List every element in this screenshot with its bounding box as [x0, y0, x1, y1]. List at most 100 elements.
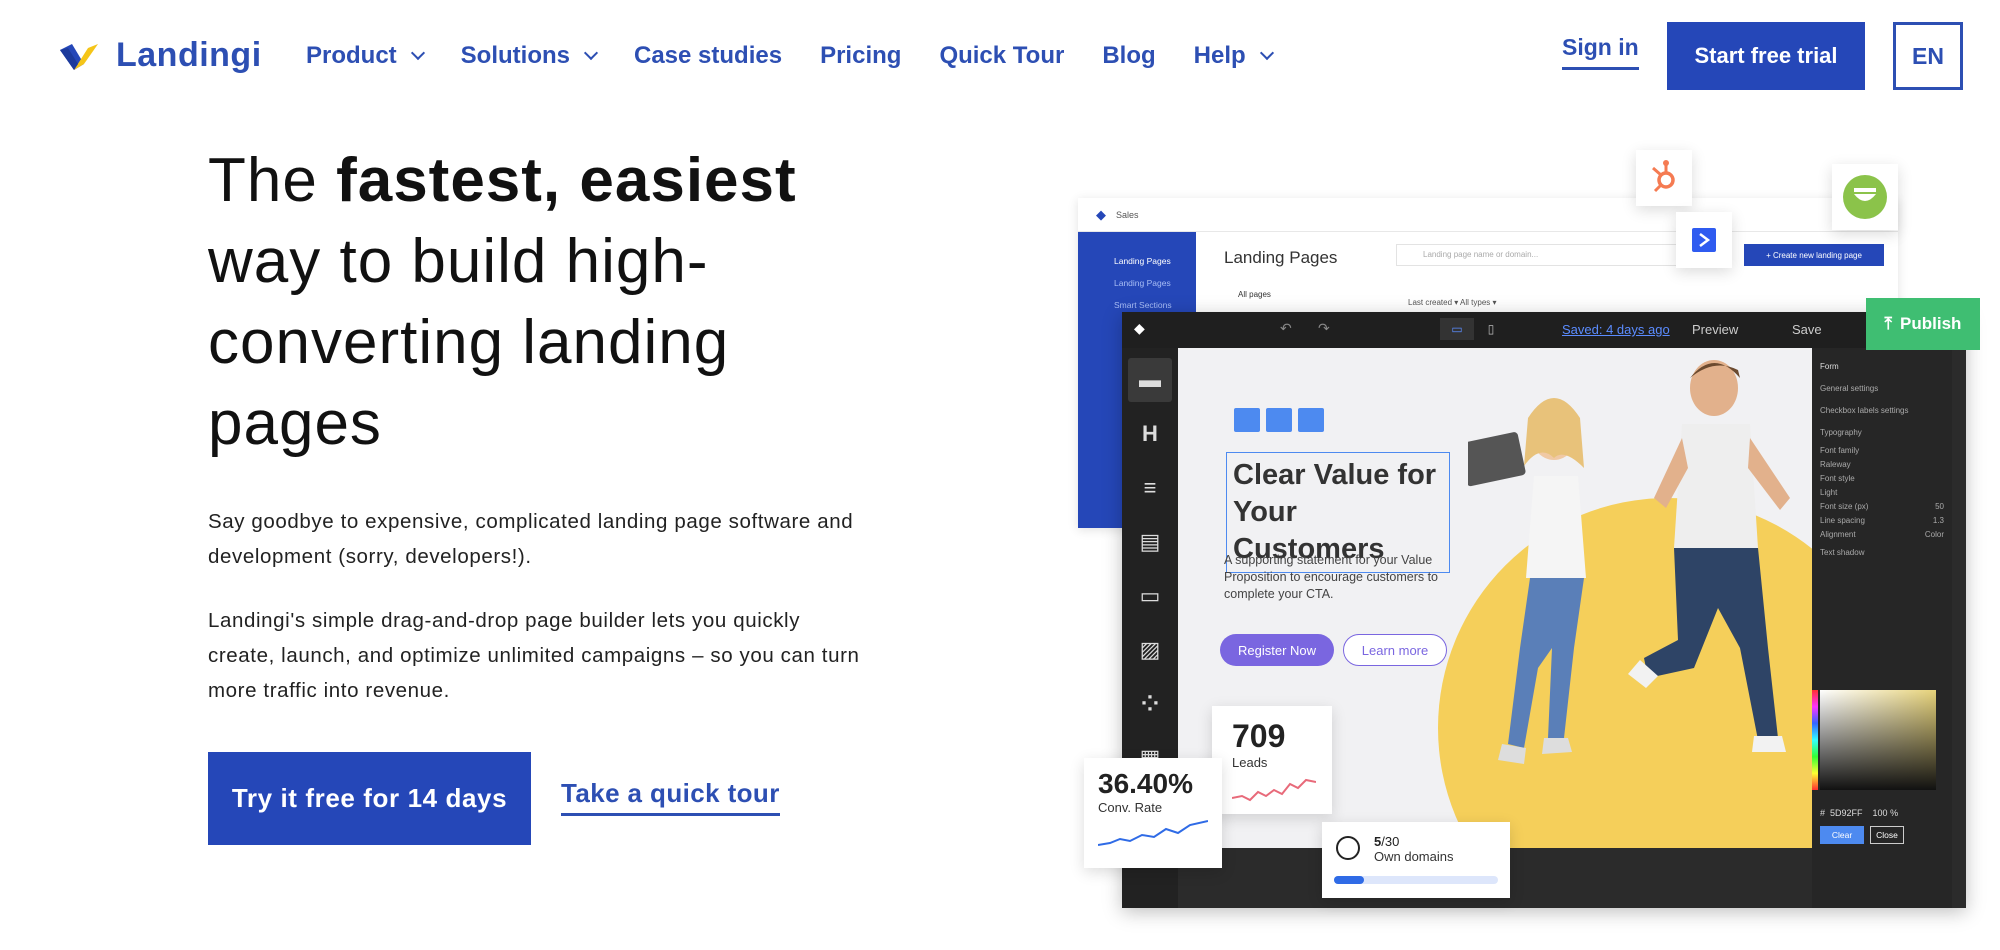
nav-item-label: Help	[1193, 42, 1246, 69]
conversion-label: Conv. Rate	[1098, 800, 1163, 815]
hero-paragraph-1: Say goodbye to expensive, complicated la…	[208, 510, 854, 568]
register-now-button: Register Now	[1220, 634, 1334, 666]
start-free-trial-button[interactable]: Start free trial	[1667, 22, 1865, 90]
clear-color-button: Clear	[1820, 826, 1864, 844]
domains-progress-fill	[1334, 876, 1364, 884]
properties-panel: Form General settings Checkbox labels se…	[1812, 348, 1952, 908]
publish-button: ⤒ Publish	[1866, 298, 1980, 350]
language-switcher[interactable]: EN	[1893, 22, 1963, 90]
editor-toolbar: ◆ ↶ ↷ ▭ ▯ Saved: 4 days ago Preview Save	[1122, 312, 1966, 348]
box-tool-icon: ▤	[1139, 529, 1161, 554]
hex-row: # 5D92FF 100 %	[1820, 808, 1899, 818]
panel-item: Font size (px) 50	[1820, 500, 1944, 514]
dashboard-search: Landing page name or domain...	[1396, 244, 1696, 266]
dashboard-filters: Last created ▾ All types ▾	[1408, 298, 1497, 307]
opacity-value: 100	[1872, 808, 1888, 818]
dashboard-title: Landing Pages	[1224, 248, 1338, 267]
conversion-sparkline	[1097, 820, 1209, 846]
preview-button: Preview	[1692, 322, 1739, 337]
panel-item: Raleway	[1820, 460, 1851, 469]
leads-card: 709 Leads	[1212, 706, 1332, 814]
nav-item-blog[interactable]: Blog	[1102, 38, 1155, 74]
nav-item-label: Product	[306, 42, 397, 69]
conversion-card: 36.40% Conv. Rate	[1084, 758, 1222, 868]
color-label: Color	[1924, 530, 1944, 539]
brand-name: Landingi	[116, 36, 262, 74]
dashboard-topbar: ◆ Sales	[1078, 198, 1898, 232]
jumping-people-image	[1468, 360, 1790, 764]
sidebar-item-landing-pages: Landing Pages	[1114, 256, 1171, 266]
undo-icon: ↶	[1280, 320, 1292, 336]
panel-item: Font style	[1820, 474, 1855, 483]
panel-item: General settings	[1820, 384, 1879, 393]
editor-window: ◆ ↶ ↷ ▭ ▯ Saved: 4 days ago Preview Save…	[1122, 312, 1966, 908]
product-mockup: ◆ Sales Landing Pages Landing Pages Smar…	[1070, 140, 2000, 950]
headline-pre: The	[208, 146, 337, 215]
panel-item: Font family	[1820, 446, 1860, 455]
integration-badge	[1676, 212, 1732, 268]
nav-item-label: Case studies	[634, 42, 783, 69]
heading-tool-icon: H	[1142, 421, 1158, 446]
domains-total: /30	[1381, 834, 1400, 849]
top-navigation: Landingi Product Solutions Case studies …	[0, 0, 2000, 110]
text-tool-icon: ≡	[1143, 475, 1157, 500]
headline-bold: fastest, easiest	[336, 146, 797, 215]
quick-tour-link[interactable]: Take a quick tour	[561, 778, 780, 816]
nav-item-pricing[interactable]: Pricing	[820, 38, 901, 74]
create-landing-page-button: + Create new landing page	[1744, 244, 1884, 266]
nav-item-quick-tour[interactable]: Quick Tour	[939, 38, 1064, 74]
nav-item-solutions[interactable]: Solutions	[460, 38, 599, 74]
nav-item-help[interactable]: Help	[1193, 38, 1274, 74]
panel-header: Form	[1820, 362, 1839, 371]
hubspot-icon	[1652, 160, 1675, 193]
sign-in-link[interactable]: Sign in	[1562, 34, 1639, 70]
canvas-subtext: A supporting statement for your Value Pr…	[1224, 553, 1439, 601]
line-spacing-value: 1.3	[1932, 516, 1944, 525]
nav-item-case-studies[interactable]: Case studies	[634, 38, 782, 74]
sidebar-sub-item: Landing Pages	[1114, 278, 1171, 288]
nav-links: Product Solutions Case studies Pricing Q…	[306, 38, 1310, 74]
nav-item-label: Blog	[1102, 42, 1156, 69]
chevron-down-icon	[410, 45, 425, 61]
domains-card: 5/30 Own domains	[1322, 822, 1510, 898]
font-size-label: Font size (px)	[1820, 502, 1869, 511]
integration-badge-green	[1832, 164, 1898, 230]
section-tool-icon: ▬	[1128, 358, 1172, 402]
shapes-tool-icon: ⁘	[1140, 691, 1160, 716]
panel-item: Alignment Color	[1820, 528, 1944, 542]
domains-progress-track	[1334, 876, 1498, 884]
workspace-selector: Sales	[1116, 209, 1139, 220]
hex-value: 5D92FF	[1830, 808, 1863, 818]
duplicate-icon	[1234, 408, 1260, 432]
nav-item-label: Pricing	[820, 42, 902, 69]
redo-icon: ↷	[1318, 320, 1330, 336]
conversion-value: 36.40%	[1098, 768, 1193, 799]
color-picker	[1820, 690, 1936, 790]
domains-label: Own domains	[1374, 849, 1454, 864]
button-tool-icon: ▭	[1139, 583, 1161, 608]
globe-icon	[1336, 836, 1360, 860]
learn-more-button: Learn more	[1343, 634, 1447, 666]
panel-item: Typography	[1820, 428, 1862, 437]
hubspot-badge	[1636, 150, 1692, 206]
selection-actions	[1234, 408, 1324, 432]
try-free-button[interactable]: Try it free for 14 days	[208, 752, 531, 845]
delete-icon	[1266, 408, 1292, 432]
arrow-integration-icon	[1692, 228, 1716, 252]
image-tool-icon: ▨	[1139, 637, 1161, 662]
editor-logo-icon: ◆	[1134, 320, 1145, 336]
nav-item-product[interactable]: Product	[306, 38, 425, 74]
nav-item-label: Solutions	[460, 42, 570, 69]
chevron-down-icon	[1259, 45, 1274, 61]
leads-value: 709	[1232, 718, 1286, 754]
layer-icon	[1298, 408, 1324, 432]
hue-slider	[1812, 690, 1818, 790]
leads-label: Leads	[1232, 755, 1268, 770]
brand-logo[interactable]: Landingi	[58, 36, 262, 75]
alignment-label: Alignment	[1820, 530, 1856, 539]
chevron-down-icon	[583, 45, 599, 61]
landingi-small-logo-icon: ◆	[1096, 206, 1106, 222]
landingi-logo-icon	[58, 38, 102, 74]
mobile-view-icon: ▯	[1487, 322, 1495, 336]
saved-status: Saved: 4 days ago	[1562, 322, 1670, 337]
